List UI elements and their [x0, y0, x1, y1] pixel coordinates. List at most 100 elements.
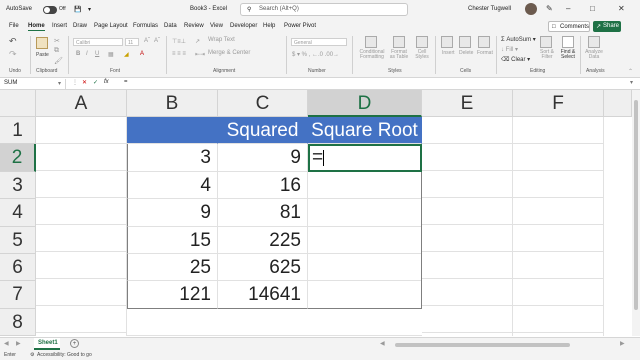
vertical-scroll-thumb[interactable]: [634, 100, 638, 310]
cell-c6[interactable]: 625: [218, 254, 308, 281]
column-header-g[interactable]: [604, 90, 632, 117]
row-header-5[interactable]: 5: [0, 227, 36, 254]
row-header-7[interactable]: 7: [0, 281, 36, 309]
format-painter-icon[interactable]: 🖌: [54, 57, 63, 65]
cell-e1[interactable]: [422, 117, 513, 144]
fill-button[interactable]: ↓ Fill ▾: [501, 46, 518, 53]
confirm-entry-icon[interactable]: ✓: [93, 79, 98, 86]
cell-c5[interactable]: 225: [218, 227, 308, 254]
name-box[interactable]: SUM ▾: [2, 79, 66, 89]
collapse-ribbon-icon[interactable]: ⌃: [628, 68, 633, 75]
redo-icon[interactable]: ↷: [9, 49, 17, 60]
delete-cells-icon[interactable]: [459, 36, 471, 48]
cell-d4[interactable]: [308, 199, 422, 227]
cell-c4[interactable]: 81: [218, 199, 308, 227]
column-header-b[interactable]: B: [127, 90, 218, 117]
column-a-cells[interactable]: [36, 144, 127, 336]
cell-c2[interactable]: 9: [218, 144, 308, 172]
row-header-8[interactable]: 8: [0, 309, 36, 336]
tab-insert[interactable]: Insert: [52, 23, 67, 29]
copy-icon[interactable]: ⧉: [54, 47, 59, 55]
cell-c7[interactable]: 14641: [218, 281, 308, 309]
clear-button[interactable]: ⌫ Clear ▾: [501, 56, 530, 63]
row-header-3[interactable]: 3: [0, 172, 36, 199]
accessibility-icon[interactable]: ⚙: [30, 352, 34, 358]
scroll-tabs-right-icon[interactable]: ▶: [16, 340, 21, 347]
autosum-button[interactable]: Σ AutoSum ▾: [501, 36, 536, 43]
cell-a1[interactable]: [36, 117, 127, 144]
tab-data[interactable]: Data: [164, 23, 177, 29]
indent-icon[interactable]: ⇤⇥: [195, 51, 205, 58]
cell-b7[interactable]: 121: [127, 281, 218, 309]
search-box[interactable]: ⚲ Search (Alt+Q): [240, 3, 408, 16]
analyze-data-icon[interactable]: [588, 36, 600, 48]
formula-input[interactable]: =: [124, 79, 128, 85]
undo-icon[interactable]: ↶: [9, 36, 17, 47]
cell-d6[interactable]: [308, 254, 422, 281]
underline-icon[interactable]: U: [95, 51, 99, 57]
column-header-f[interactable]: F: [513, 90, 604, 117]
sort-filter-icon[interactable]: [540, 36, 552, 48]
font-color-icon[interactable]: A: [140, 51, 144, 57]
expand-formula-bar-icon[interactable]: ▾: [630, 79, 633, 86]
minimize-icon[interactable]: –: [566, 4, 570, 13]
conditional-formatting-icon[interactable]: [365, 36, 377, 48]
row-header-1[interactable]: 1: [0, 117, 36, 144]
align-left-icon[interactable]: ≡ ≡ ≡: [172, 51, 186, 57]
cancel-entry-icon[interactable]: ✕: [82, 79, 87, 86]
cell-f1[interactable]: [513, 117, 604, 144]
share-button[interactable]: ↗ Share: [593, 21, 621, 32]
cell-d7[interactable]: [308, 281, 422, 309]
cell-b4[interactable]: 9: [127, 199, 218, 227]
cell-b3[interactable]: 4: [127, 172, 218, 199]
tab-formulas[interactable]: Formulas: [133, 23, 158, 29]
find-select-icon[interactable]: [562, 36, 574, 48]
tab-power-pivot[interactable]: Power Pivot: [284, 23, 316, 29]
wrap-text-button[interactable]: Wrap Text: [208, 37, 235, 43]
cell-d1[interactable]: Square Root: [308, 117, 422, 144]
scroll-tabs-left-icon[interactable]: ◀: [4, 340, 9, 347]
column-header-a[interactable]: A: [36, 90, 127, 117]
accessibility-status[interactable]: Accessibility: Good to go: [37, 352, 92, 358]
column-header-d[interactable]: D: [308, 90, 422, 117]
save-icon[interactable]: 💾: [74, 6, 81, 13]
tab-help[interactable]: Help: [263, 23, 275, 29]
close-icon[interactable]: ✕: [618, 4, 625, 13]
tab-home[interactable]: Home: [28, 23, 45, 31]
row-header-6[interactable]: 6: [0, 254, 36, 281]
tab-view[interactable]: View: [210, 23, 223, 29]
cell-b1[interactable]: [127, 117, 218, 144]
row-8-cells[interactable]: [127, 309, 422, 336]
insert-function-icon[interactable]: fx: [104, 79, 109, 85]
bold-icon[interactable]: B: [76, 51, 80, 57]
cell-d5[interactable]: [308, 227, 422, 254]
shrink-font-icon[interactable]: Aˇ: [154, 38, 160, 44]
avatar[interactable]: [525, 3, 537, 15]
maximize-icon[interactable]: □: [590, 4, 595, 13]
hscroll-left-icon[interactable]: ◀: [380, 340, 385, 347]
tab-review[interactable]: Review: [184, 23, 204, 29]
tab-file[interactable]: File: [9, 23, 19, 29]
select-all-corner[interactable]: [0, 90, 36, 117]
tab-developer[interactable]: Developer: [230, 23, 257, 29]
cell-d3[interactable]: [308, 172, 422, 199]
horizontal-scroll-thumb[interactable]: [395, 343, 570, 347]
insert-cells-icon[interactable]: [441, 36, 453, 48]
italic-icon[interactable]: I: [86, 51, 88, 57]
columns-e-f-cells[interactable]: [422, 144, 604, 336]
font-name-select[interactable]: Calibri: [73, 38, 123, 46]
cell-styles-icon[interactable]: [416, 36, 428, 48]
cell-b5[interactable]: 15: [127, 227, 218, 254]
merge-center-button[interactable]: Merge & Center: [208, 50, 250, 56]
cut-icon[interactable]: ✂: [54, 37, 60, 45]
customize-toolbar-icon[interactable]: ▾: [88, 6, 91, 13]
font-size-select[interactable]: 11: [125, 38, 139, 46]
fill-color-icon[interactable]: ◢: [124, 51, 129, 58]
vertical-scrollbar[interactable]: [632, 90, 640, 336]
column-header-e[interactable]: E: [422, 90, 513, 117]
row-header-4[interactable]: 4: [0, 199, 36, 227]
name-box-dropdown-icon[interactable]: ▾: [58, 80, 61, 87]
align-top-icon[interactable]: ⊤≡⊥: [172, 38, 186, 45]
hscroll-right-icon[interactable]: ▶: [620, 340, 625, 347]
row-header-2[interactable]: 2: [0, 144, 36, 172]
